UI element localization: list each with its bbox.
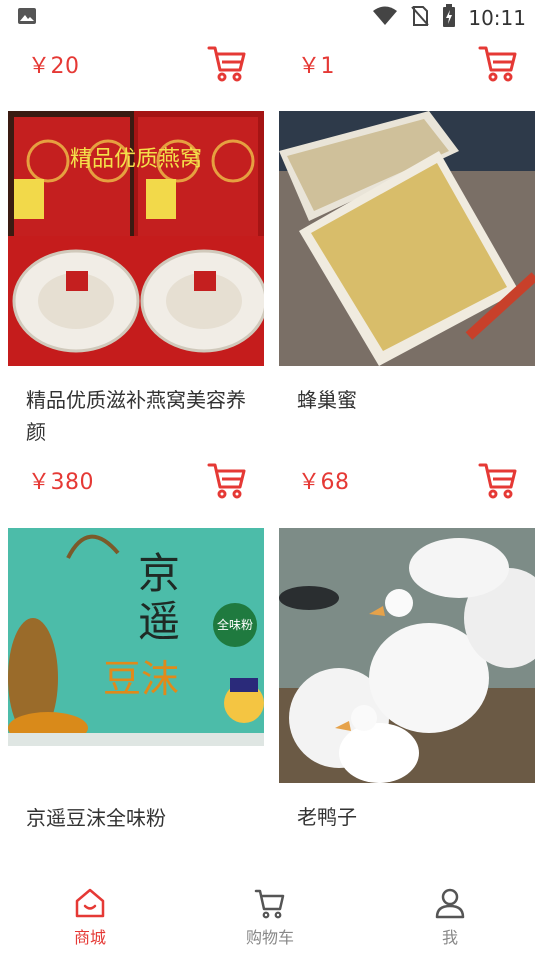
user-icon xyxy=(435,888,465,919)
no-sim-icon xyxy=(410,5,430,32)
nav-item-cart[interactable]: 购物车 xyxy=(210,886,330,948)
wifi-icon xyxy=(372,5,398,32)
cart-icon xyxy=(254,889,285,919)
price-row-top-left: ￥20 xyxy=(28,42,80,86)
product-name[interactable]: 精品优质滋补燕窝美容养颜 xyxy=(8,384,264,448)
home-icon xyxy=(75,888,105,918)
product-name[interactable]: 蜂巢蜜 xyxy=(279,384,535,416)
add-to-cart-button[interactable] xyxy=(477,42,519,84)
add-to-cart-button[interactable] xyxy=(477,459,519,501)
product-card[interactable]: 精品优质燕窝 精品优质滋补燕窝美容养颜 xyxy=(8,111,264,448)
battery-charging-icon xyxy=(442,3,456,33)
product-card[interactable]: 蜂巢蜜 xyxy=(279,111,535,416)
product-name[interactable]: 京遥豆沫全味粉 xyxy=(8,802,264,834)
clock-time: 10:11 xyxy=(468,6,526,30)
nav-label: 购物车 xyxy=(245,928,294,947)
product-image[interactable]: 京遥 豆沫 全味粉 xyxy=(8,528,264,746)
status-bar: 10:11 xyxy=(0,0,540,36)
image-badge: 全味粉 xyxy=(213,603,257,647)
add-to-cart-button[interactable] xyxy=(206,42,248,84)
product-card[interactable]: 老鸭子 xyxy=(279,528,535,833)
product-image[interactable] xyxy=(279,111,535,366)
nav-label: 商城 xyxy=(73,928,106,947)
product-name[interactable]: 老鸭子 xyxy=(279,801,535,833)
price-row: ￥68 xyxy=(298,458,350,502)
bottom-nav: 商城 购物车 我 xyxy=(0,874,540,960)
product-price: ￥68 xyxy=(298,470,350,495)
image-icon xyxy=(16,5,38,31)
image-caption: 精品优质燕窝 xyxy=(69,147,202,172)
cart-icon xyxy=(207,46,246,82)
cart-icon xyxy=(207,463,246,499)
cart-icon xyxy=(478,463,517,499)
cart-icon xyxy=(478,46,517,82)
image-caption: 京遥 xyxy=(138,549,181,646)
nav-item-me[interactable]: 我 xyxy=(390,886,510,948)
price-row-top-right: ￥1 xyxy=(298,42,335,86)
product-image[interactable] xyxy=(279,528,535,783)
product-price: ￥380 xyxy=(28,470,94,495)
product-price: ￥1 xyxy=(298,54,335,79)
product-card[interactable]: 京遥 豆沫 全味粉 京遥豆沫全味粉 xyxy=(8,528,264,834)
product-image[interactable]: 精品优质燕窝 xyxy=(8,111,264,366)
price-row: ￥380 xyxy=(28,458,94,502)
add-to-cart-button[interactable] xyxy=(206,459,248,501)
image-subcaption: 豆沫 xyxy=(103,657,180,701)
nav-item-mall[interactable]: 商城 xyxy=(30,886,150,948)
product-price: ￥20 xyxy=(28,54,80,79)
nav-label: 我 xyxy=(441,928,458,947)
